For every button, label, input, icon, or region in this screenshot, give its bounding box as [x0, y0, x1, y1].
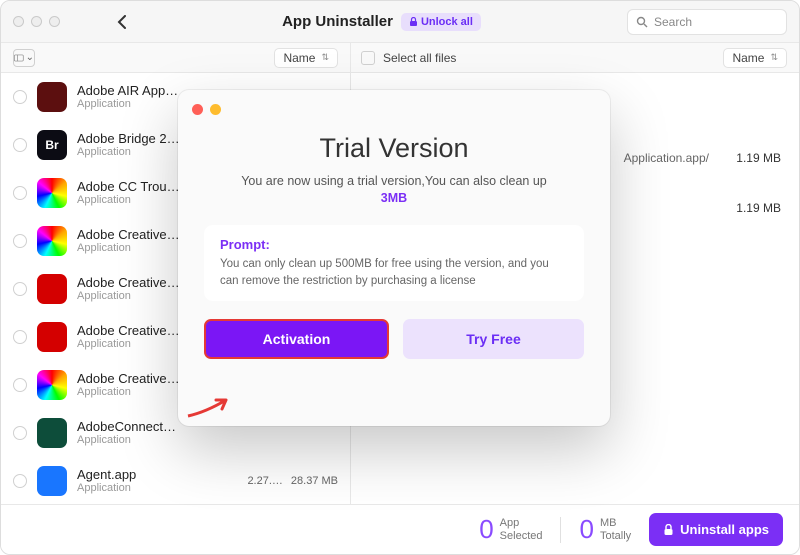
modal-sub-highlight: 3MB	[204, 191, 584, 205]
prompt-title: Prompt:	[220, 237, 568, 252]
modal-subtitle: You are now using a trial version,You ca…	[204, 174, 584, 205]
modal-title: Trial Version	[204, 133, 584, 164]
modal-window-controls	[178, 90, 610, 115]
modal-minimize-icon[interactable]	[210, 104, 221, 115]
prompt-body: You can only clean up 500MB for free usi…	[220, 256, 568, 289]
modal-close-icon[interactable]	[192, 104, 203, 115]
prompt-card: Prompt: You can only clean up 500MB for …	[204, 225, 584, 301]
trial-modal: Trial Version You are now using a trial …	[178, 90, 610, 426]
try-free-button[interactable]: Try Free	[403, 319, 584, 359]
activation-button[interactable]: Activation	[204, 319, 389, 359]
modal-sub-line: You are now using a trial version,You ca…	[241, 174, 547, 188]
